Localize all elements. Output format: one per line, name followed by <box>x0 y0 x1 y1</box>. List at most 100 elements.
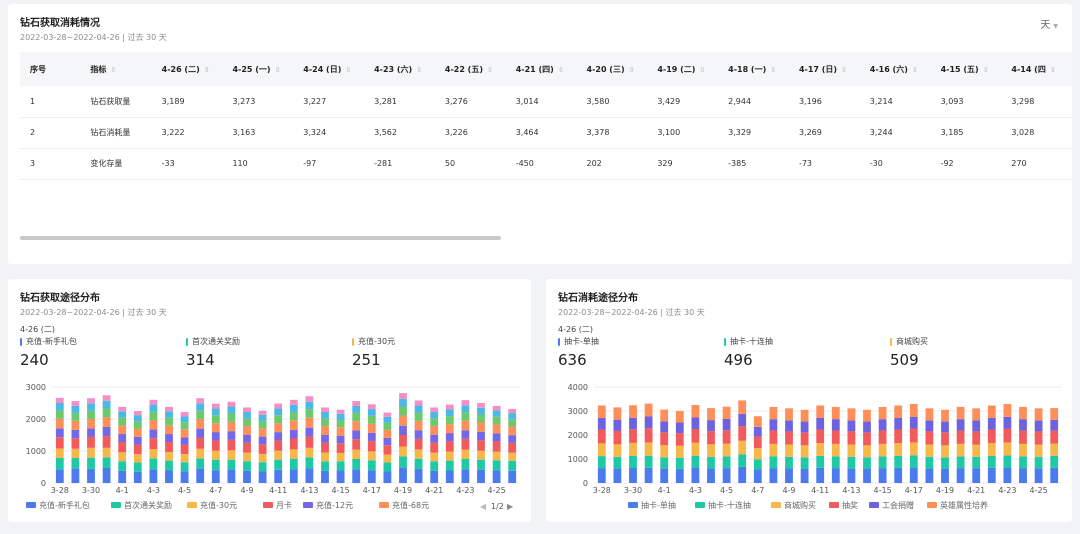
bar-segment[interactable] <box>243 434 251 443</box>
bar-segment[interactable] <box>71 438 80 449</box>
bar-segment[interactable] <box>227 401 236 407</box>
sort-icon[interactable]: ⇳ <box>275 66 281 74</box>
bar-segment[interactable] <box>133 415 142 422</box>
bar-segment[interactable] <box>863 457 871 469</box>
legend-label[interactable]: 抽卡-单抽 <box>641 500 676 510</box>
bar-segment[interactable] <box>461 412 470 421</box>
bar-segment[interactable] <box>87 419 95 429</box>
bar-segment[interactable] <box>738 440 747 455</box>
bar-segment[interactable] <box>321 434 329 443</box>
bar-segment[interactable] <box>196 410 205 419</box>
column-header[interactable]: 4-18 (一) ⇳ <box>718 52 789 86</box>
bar-segment[interactable] <box>243 418 251 427</box>
bar-segment[interactable] <box>196 403 205 411</box>
bar-segment[interactable] <box>707 420 715 432</box>
bar-segment[interactable] <box>461 438 470 450</box>
bar-segment[interactable] <box>738 426 747 441</box>
bar-segment[interactable] <box>508 419 517 427</box>
column-header[interactable]: 4-21 (四) ⇳ <box>505 52 577 86</box>
bar-segment[interactable] <box>909 404 918 417</box>
sort-icon[interactable]: ⇳ <box>345 66 351 74</box>
bar-segment[interactable] <box>660 421 669 433</box>
bar-segment[interactable] <box>133 471 142 483</box>
sort-icon[interactable]: ⇳ <box>110 66 116 74</box>
bar-segment[interactable] <box>196 398 205 404</box>
bar-segment[interactable] <box>878 419 887 431</box>
sort-icon[interactable]: ⇳ <box>770 66 776 74</box>
bar-segment[interactable] <box>102 417 111 427</box>
bar-segment[interactable] <box>492 410 501 417</box>
bar-segment[interactable] <box>165 425 173 435</box>
bar-segment[interactable] <box>55 458 64 470</box>
bar-segment[interactable] <box>196 437 205 449</box>
bar-segment[interactable] <box>367 423 376 433</box>
bar-segment[interactable] <box>305 436 314 448</box>
bar-segment[interactable] <box>149 411 158 420</box>
bar-segment[interactable] <box>1050 408 1059 420</box>
bar-segment[interactable] <box>211 408 220 416</box>
bar-segment[interactable] <box>274 450 283 460</box>
bar-segment[interactable] <box>367 409 376 416</box>
bar-segment[interactable] <box>321 442 329 453</box>
bar-segment[interactable] <box>336 435 345 444</box>
bar-segment[interactable] <box>461 405 470 413</box>
bar-segment[interactable] <box>227 421 236 432</box>
bar-segment[interactable] <box>118 461 127 471</box>
bar-segment[interactable] <box>1034 444 1043 457</box>
bar-segment[interactable] <box>258 436 267 445</box>
bar-segment[interactable] <box>445 470 454 483</box>
bar-segment[interactable] <box>87 398 95 404</box>
bar-segment[interactable] <box>816 417 825 430</box>
bar-segment[interactable] <box>1034 456 1043 469</box>
bar-segment[interactable] <box>956 430 965 444</box>
bar-segment[interactable] <box>118 425 127 435</box>
column-header[interactable]: 4-25 (一) ⇳ <box>222 52 294 86</box>
bar-segment[interactable] <box>196 428 205 438</box>
bar-segment[interactable] <box>352 412 361 422</box>
bar-segment[interactable] <box>321 418 329 427</box>
bar-segment[interactable] <box>445 404 454 410</box>
bar-segment[interactable] <box>800 457 809 469</box>
bar-segment[interactable] <box>1019 430 1027 444</box>
bar-segment[interactable] <box>367 415 376 424</box>
bar-segment[interactable] <box>102 400 111 409</box>
bar-segment[interactable] <box>258 471 267 483</box>
bar-segment[interactable] <box>894 455 903 468</box>
bar-segment[interactable] <box>149 429 158 439</box>
bar-segment[interactable] <box>816 443 825 456</box>
bar-segment[interactable] <box>430 434 439 443</box>
bar-segment[interactable] <box>831 430 840 444</box>
bar-segment[interactable] <box>909 416 918 429</box>
bar-segment[interactable] <box>71 401 80 406</box>
bar-segment[interactable] <box>644 416 653 429</box>
bar-segment[interactable] <box>289 429 298 439</box>
column-header[interactable]: 4-19 (二) ⇳ <box>647 52 719 86</box>
bar-segment[interactable] <box>71 420 80 430</box>
bar-segment[interactable] <box>414 420 423 431</box>
bar-segment[interactable] <box>118 442 127 453</box>
bar-segment[interactable] <box>800 445 809 458</box>
bar-segment[interactable] <box>675 422 684 434</box>
bar-segment[interactable] <box>211 470 220 483</box>
bar-segment[interactable] <box>430 452 439 462</box>
bar-segment[interactable] <box>675 457 684 469</box>
bar-segment[interactable] <box>305 468 314 483</box>
sort-icon[interactable]: ⇳ <box>558 66 564 74</box>
bar-segment[interactable] <box>55 448 64 459</box>
bar-segment[interactable] <box>613 419 622 431</box>
bar-segment[interactable] <box>492 433 501 442</box>
bar-segment[interactable] <box>102 436 111 448</box>
legend-label[interactable]: 工会捐赠 <box>882 500 914 510</box>
bar-segment[interactable] <box>383 429 392 438</box>
bar-segment[interactable] <box>274 423 283 433</box>
bar-segment[interactable] <box>102 457 111 468</box>
bar-segment[interactable] <box>414 468 423 483</box>
bar-segment[interactable] <box>1050 419 1059 431</box>
bar-segment[interactable] <box>102 427 111 437</box>
bar-segment[interactable] <box>477 469 485 483</box>
bar-segment[interactable] <box>55 469 64 483</box>
bar-segment[interactable] <box>831 443 840 457</box>
bar-segment[interactable] <box>769 419 778 431</box>
bar-segment[interactable] <box>289 449 298 459</box>
bar-segment[interactable] <box>133 411 142 416</box>
